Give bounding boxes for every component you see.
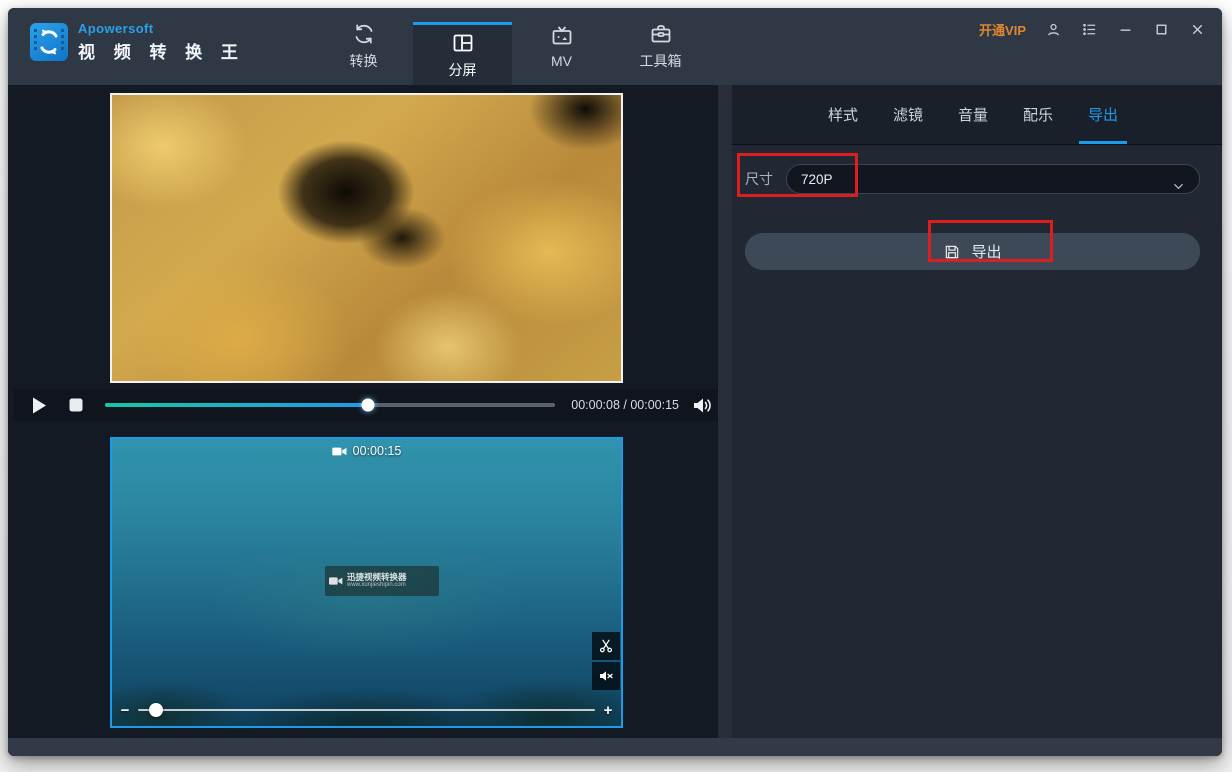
- mute-button[interactable]: [592, 662, 620, 690]
- watermark-title: 迅捷视频转换器: [347, 573, 407, 582]
- save-icon: [943, 243, 961, 261]
- export-button-label: 导出: [971, 241, 1001, 262]
- top-video-frame: [112, 95, 621, 381]
- tab-split-screen-label: 分屏: [449, 60, 477, 80]
- preview-area: 00:00:08 / 00:00:15: [8, 85, 718, 738]
- brand-name: Apowersoft: [78, 21, 245, 36]
- clip-duration-badge: 00:00:15: [332, 444, 402, 458]
- user-icon[interactable]: [1045, 21, 1062, 38]
- zoom-in-button[interactable]: +: [601, 702, 615, 719]
- tab-filter[interactable]: 滤镜: [884, 85, 932, 144]
- window-controls: 开通VIP: [979, 20, 1206, 39]
- status-bar: [8, 738, 1222, 756]
- tab-export[interactable]: 导出: [1079, 85, 1127, 144]
- watermark-text: 迅捷视频转换器 www.xunjieshipin.com: [347, 573, 407, 589]
- vip-upgrade-link[interactable]: 开通VIP: [979, 20, 1026, 39]
- tab-volume[interactable]: 音量: [949, 85, 997, 144]
- brand-text: Apowersoft 视 频 转 换 王: [78, 21, 245, 63]
- clip-tool-buttons: [592, 632, 620, 690]
- trim-button[interactable]: [592, 632, 620, 660]
- watermark-url: www.xunjieshipin.com: [347, 582, 407, 589]
- main-nav: 转换 分屏: [314, 8, 710, 85]
- clip-zoom-slider: − +: [118, 702, 615, 718]
- settings-tabs: 样式 滤镜 音量 配乐 导出: [732, 85, 1222, 145]
- app-window: Apowersoft 视 频 转 换 王 转换: [8, 8, 1222, 756]
- seek-bar-thumb[interactable]: [362, 399, 375, 412]
- tab-mv-label: MV: [551, 53, 572, 69]
- brand-product: 视 频 转 换 王: [78, 38, 245, 63]
- toolbox-icon: [649, 22, 673, 46]
- panel-divider: [718, 85, 732, 738]
- play-icon[interactable]: [32, 397, 47, 414]
- playback-controls: 00:00:08 / 00:00:15: [14, 389, 718, 421]
- tab-music[interactable]: 配乐: [1014, 85, 1062, 144]
- tab-split-screen[interactable]: 分屏: [413, 25, 512, 85]
- size-setting-row: 尺寸 720P: [745, 164, 1200, 194]
- tab-convert-label: 转换: [350, 51, 378, 71]
- clip-duration-text: 00:00:15: [353, 444, 402, 458]
- minimize-icon[interactable]: [1117, 21, 1134, 38]
- seek-bar-fill: [105, 403, 368, 407]
- convert-icon: [352, 22, 376, 46]
- stop-icon[interactable]: [69, 398, 83, 412]
- export-button[interactable]: 导出: [745, 233, 1200, 270]
- size-dropdown-value: 720P: [801, 172, 833, 187]
- camera-icon: [332, 445, 347, 458]
- app-logo-icon: [30, 23, 68, 61]
- split-screen-icon: [451, 31, 475, 55]
- tab-toolbox[interactable]: 工具箱: [611, 8, 710, 85]
- source-watermark: 迅捷视频转换器 www.xunjieshipin.com: [325, 566, 439, 596]
- size-label: 尺寸: [745, 169, 773, 189]
- tab-style[interactable]: 样式: [819, 85, 867, 144]
- volume-icon[interactable]: [693, 397, 712, 414]
- task-list-icon[interactable]: [1081, 21, 1098, 38]
- titlebar: Apowersoft 视 频 转 换 王 转换: [8, 8, 1222, 85]
- mute-icon: [598, 668, 614, 684]
- close-icon[interactable]: [1189, 21, 1206, 38]
- scissors-icon: [598, 638, 614, 654]
- tab-convert[interactable]: 转换: [314, 8, 413, 85]
- watermark-camera-icon: [329, 575, 343, 587]
- size-dropdown[interactable]: 720P: [786, 164, 1200, 194]
- zoom-slider-track[interactable]: [138, 709, 595, 711]
- top-video-preview[interactable]: [110, 93, 623, 383]
- brand: Apowersoft 视 频 转 换 王: [30, 21, 245, 63]
- tab-mv[interactable]: MV: [512, 8, 611, 85]
- tab-toolbox-label: 工具箱: [640, 51, 682, 71]
- zoom-out-button[interactable]: −: [118, 702, 132, 719]
- bottom-video-preview[interactable]: 00:00:15 迅捷视频转换器 www.xunjieshipin.com: [110, 437, 623, 728]
- zoom-slider-thumb[interactable]: [149, 703, 163, 717]
- screenshot-stage: Apowersoft 视 频 转 换 王 转换: [0, 0, 1232, 772]
- time-display: 00:00:08 / 00:00:15: [567, 398, 679, 412]
- settings-panel: 样式 滤镜 音量 配乐 导出 尺寸 720P: [732, 85, 1222, 738]
- maximize-icon[interactable]: [1153, 21, 1170, 38]
- mv-icon: [550, 24, 574, 48]
- seek-bar[interactable]: [105, 403, 555, 407]
